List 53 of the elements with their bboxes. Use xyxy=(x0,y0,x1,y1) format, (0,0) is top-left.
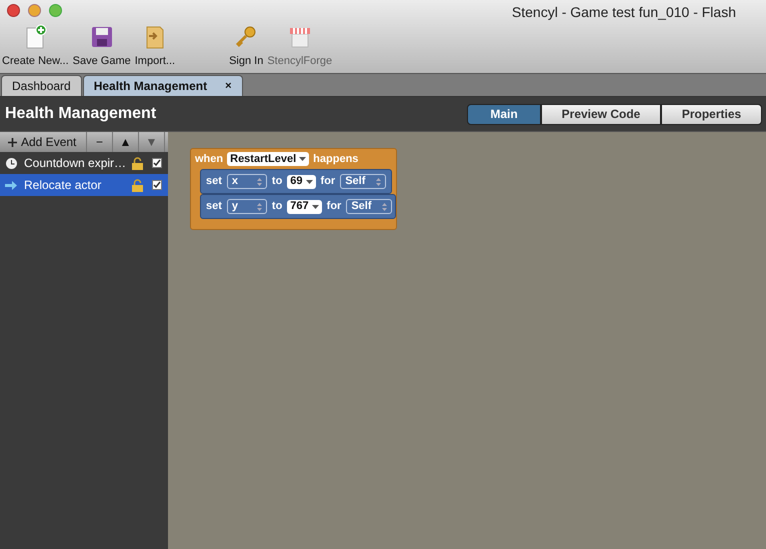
event-item[interactable]: Countdown expir… xyxy=(0,152,168,174)
view-tab[interactable]: Main xyxy=(467,104,541,124)
block-keyword: set xyxy=(206,199,222,214)
event-toolbar-button[interactable]: − xyxy=(87,132,113,152)
target-selector[interactable]: Self xyxy=(340,174,386,189)
clock-icon xyxy=(5,156,18,170)
stepper-icon xyxy=(256,178,262,186)
block-keyword: to xyxy=(272,199,282,214)
set-attribute-block[interactable]: set x to 69 for Self xyxy=(200,169,392,194)
view-tab[interactable]: Preview Code xyxy=(541,104,661,124)
block-keyword: when xyxy=(195,152,224,167)
target-selector[interactable]: Self xyxy=(346,199,392,214)
event-dropdown[interactable]: RestartLevel xyxy=(227,152,310,166)
event-block[interactable]: when RestartLevel happens set x to 69 for Self set y to 767 for Self xyxy=(190,148,398,230)
stepper-icon xyxy=(256,202,262,210)
value-dropdown[interactable]: 69 xyxy=(287,174,316,188)
checkbox[interactable] xyxy=(152,158,162,168)
attribute-selector[interactable]: y xyxy=(226,199,267,214)
event-item[interactable]: Relocate actor xyxy=(0,174,168,196)
tab[interactable]: Health Management × xyxy=(82,75,243,96)
page-title: Health Management xyxy=(5,104,156,124)
plus-icon xyxy=(8,138,17,146)
block-keyword: for xyxy=(326,199,342,214)
block-keyword: for xyxy=(320,174,336,190)
event-toolbar-button[interactable]: ▲ xyxy=(113,132,139,152)
stepper-icon xyxy=(382,202,388,210)
toolbar-button[interactable]: Import... xyxy=(132,24,178,70)
event-label: Relocate actor xyxy=(24,177,102,194)
toolbar-button[interactable]: Create New... xyxy=(0,24,71,70)
caret-icon xyxy=(299,157,306,161)
padlock-icon xyxy=(132,178,143,192)
stepper-icon xyxy=(376,178,382,186)
tab[interactable]: Dashboard xyxy=(1,75,82,96)
toolbar-button[interactable]: Sign In xyxy=(227,24,266,70)
padlock-icon xyxy=(132,156,143,170)
toolbar-button[interactable]: Save Game xyxy=(70,24,133,70)
block-keyword: happens xyxy=(313,152,358,167)
block-keyword: set xyxy=(206,174,222,190)
set-attribute-block[interactable]: set y to 767 for Self xyxy=(200,194,396,219)
add-event-button[interactable]: Add Event xyxy=(0,132,87,152)
checkbox[interactable] xyxy=(152,180,162,190)
arrow-icon xyxy=(5,178,18,192)
caret-icon xyxy=(306,180,313,184)
minimize-window-button[interactable] xyxy=(28,4,41,17)
close-tab-button[interactable]: × xyxy=(225,78,232,94)
close-window-button[interactable] xyxy=(7,4,20,17)
block-keyword: to xyxy=(272,174,282,190)
window-title: Stencyl - Game test fun_010 - Flash xyxy=(512,3,736,22)
view-tab[interactable]: Properties xyxy=(661,104,762,124)
value-dropdown[interactable]: 767 xyxy=(287,200,322,214)
attribute-selector[interactable]: x xyxy=(226,174,267,189)
event-label: Countdown expir… xyxy=(24,155,128,172)
caret-icon xyxy=(312,204,319,208)
